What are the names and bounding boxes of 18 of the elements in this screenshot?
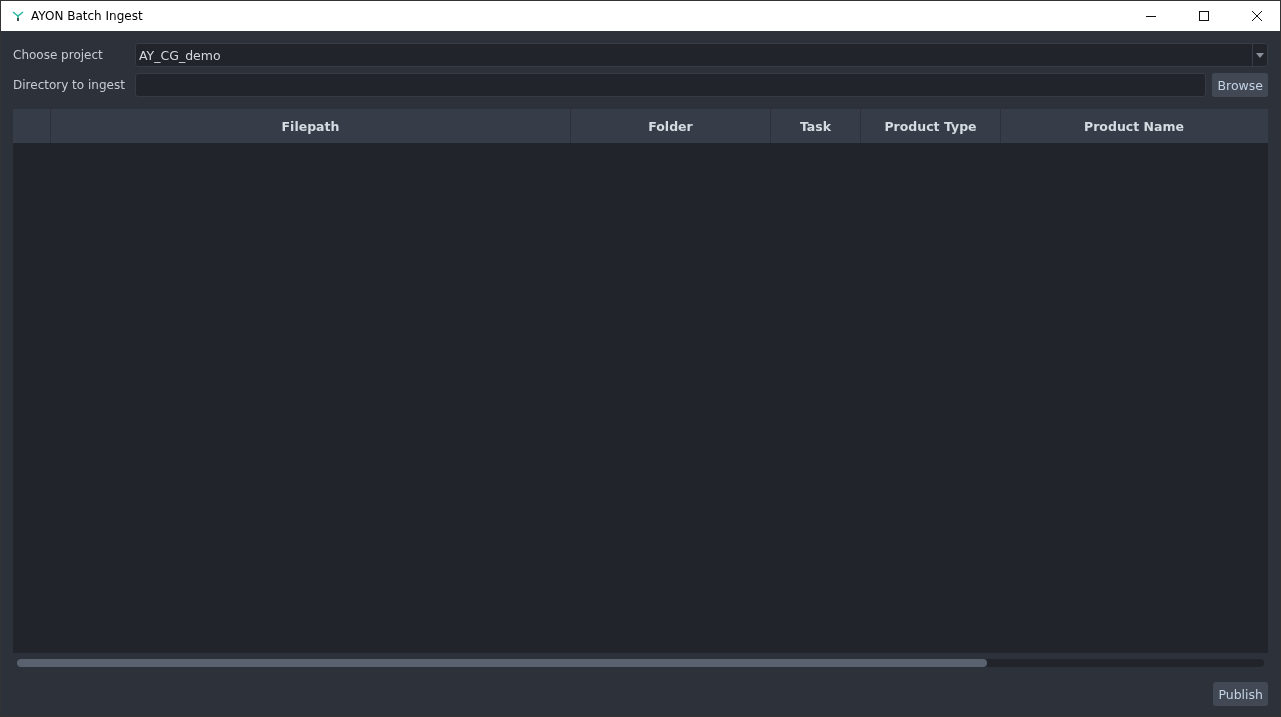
scrollbar-thumb[interactable] <box>17 659 987 667</box>
publish-button[interactable]: Publish <box>1213 682 1268 706</box>
dropdown-caret-icon <box>1256 52 1264 58</box>
project-dropdown[interactable]: AY_CG_demo <box>135 43 1268 67</box>
close-icon[interactable] <box>1251 10 1263 22</box>
project-label: Choose project <box>13 48 104 62</box>
directory-label: Directory to ingest <box>13 78 126 92</box>
window-title: AYON Batch Ingest <box>31 9 143 23</box>
column-header[interactable]: Task <box>771 109 861 143</box>
directory-input-field[interactable] <box>135 73 1207 97</box>
app-logo-icon <box>12 10 24 22</box>
browse-button[interactable]: Browse <box>1212 73 1268 97</box>
column-header[interactable]: Product Name <box>1001 109 1267 143</box>
column-header[interactable]: Filepath <box>51 109 571 143</box>
maximize-icon[interactable] <box>1198 10 1210 22</box>
horizontal-scrollbar[interactable] <box>17 659 1264 667</box>
column-header[interactable]: Product Type <box>861 109 1001 143</box>
column-header[interactable]: Folder <box>571 109 771 143</box>
